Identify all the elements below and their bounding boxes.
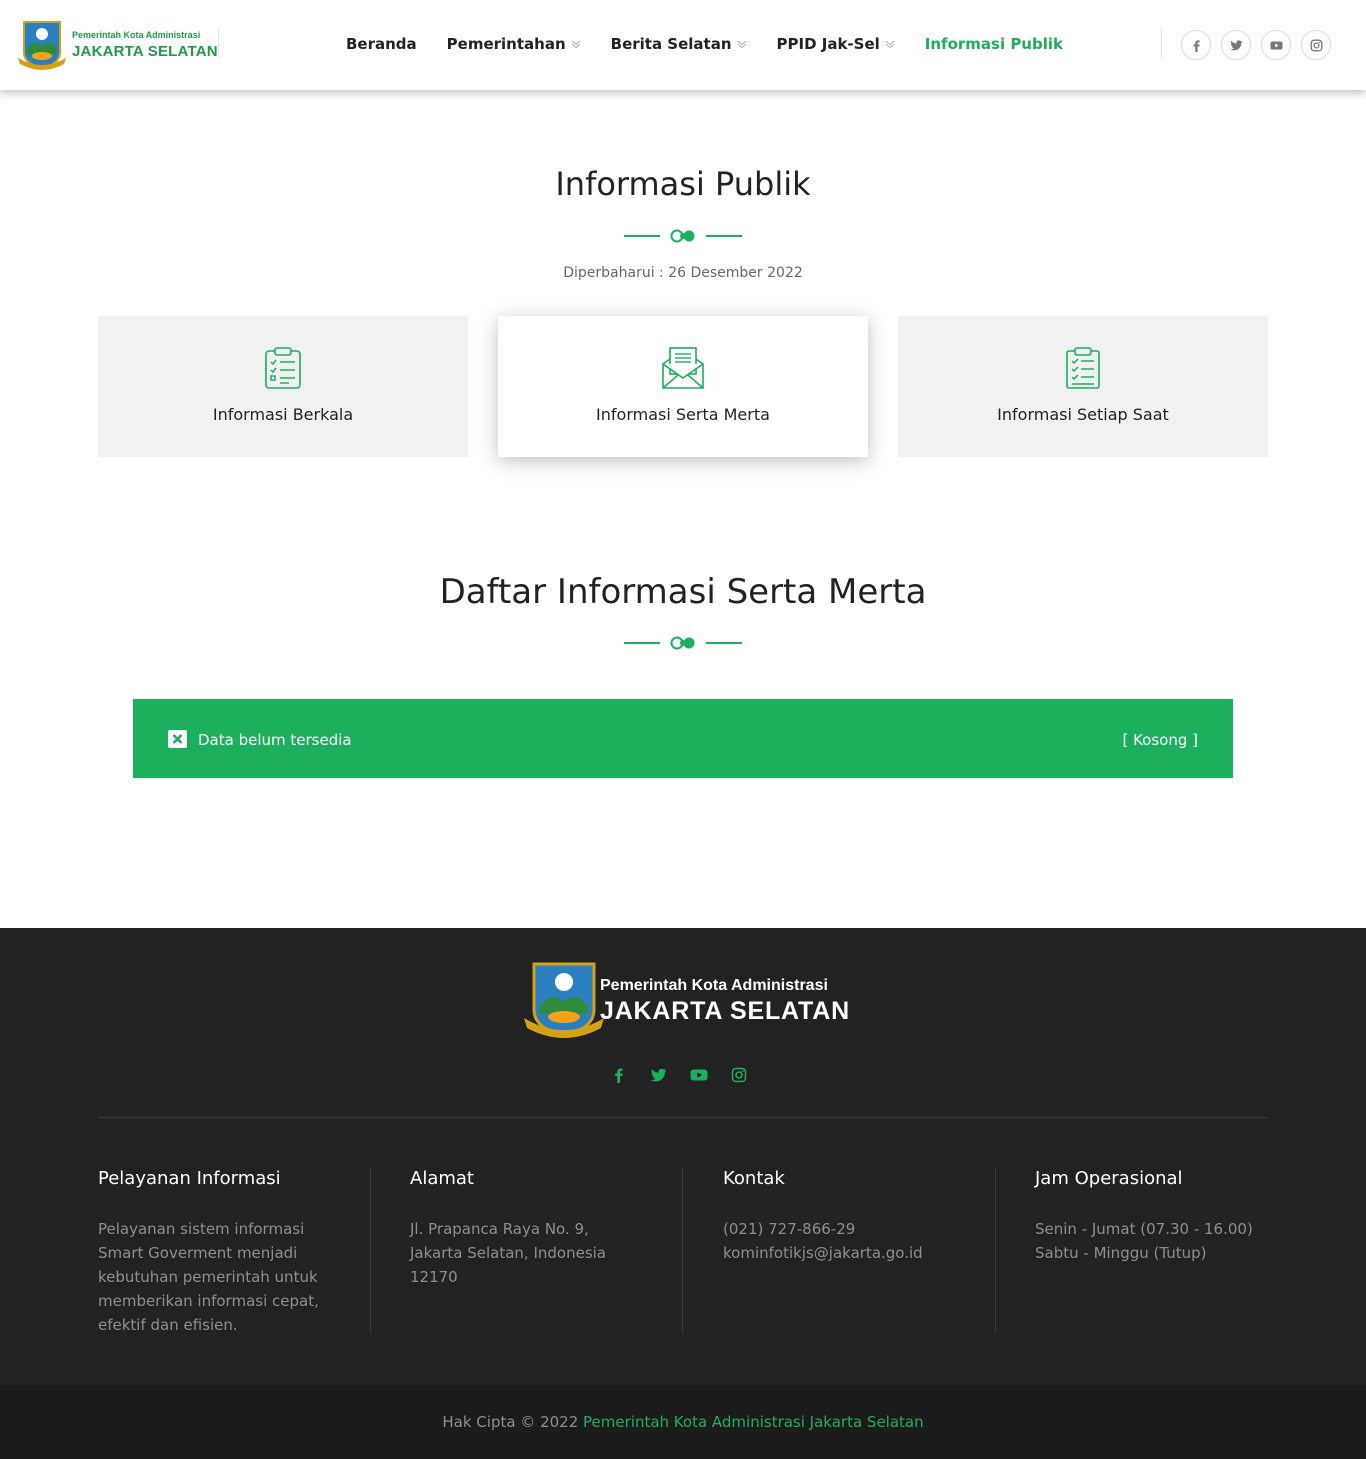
- nav-label: Berita Selatan: [610, 35, 732, 53]
- footer-col-title: Jam Operasional: [1035, 1168, 1183, 1189]
- footer-text-line: kebutuhan pemerintah untuk: [98, 1268, 318, 1286]
- footer-col-divider: [682, 1168, 683, 1333]
- facebook-icon[interactable]: [610, 1066, 628, 1084]
- footer-logo-subtitle: Pemerintah Kota Administrasi: [600, 977, 828, 994]
- footer-text-line: Jakarta Selatan, Indonesia: [410, 1244, 607, 1262]
- footer-divider: [98, 1117, 1268, 1118]
- facebook-icon: [1193, 39, 1200, 52]
- card-informasi-setiap-saat[interactable]: Informasi Setiap Saat: [898, 316, 1268, 457]
- nav-label: Pemerintahan: [446, 35, 566, 53]
- header-divider: [218, 28, 219, 58]
- youtube-icon[interactable]: [690, 1066, 708, 1084]
- copyright-link[interactable]: Pemerintah Kota Administrasi Jakarta Sel…: [583, 1413, 924, 1431]
- nav-beranda[interactable]: Beranda: [346, 35, 417, 53]
- nav-ppid-jaksel[interactable]: PPID Jak-Sel: [777, 35, 895, 53]
- footer-logo[interactable]: Pemerintah Kota Administrasi JAKARTA SEL…: [524, 962, 850, 1040]
- instagram-icon: [1310, 39, 1322, 51]
- empty-data-alert: Data belum tersedia [ Kosong ]: [133, 699, 1233, 778]
- footer-text-line: Senin - Jumat (07.30 - 16.00): [1035, 1220, 1253, 1238]
- card-informasi-berkala[interactable]: Informasi Berkala: [98, 316, 468, 457]
- header-divider: [1161, 28, 1162, 58]
- nav-label: Informasi Publik: [924, 35, 1063, 53]
- footer-col-pelayanan: Pelayanan Informasi Pelayanan sistem inf…: [98, 1168, 348, 1337]
- nav-label: PPID Jak-Sel: [776, 35, 880, 53]
- site-logo[interactable]: Pemerintah Kota Administrasi JAKARTA SEL…: [18, 20, 218, 70]
- list-title: Daftar Informasi Serta Merta: [439, 572, 927, 612]
- close-square-icon: [168, 730, 187, 748]
- footer-text-line: Sabtu - Minggu (Tutup): [1035, 1244, 1207, 1262]
- alert-status: [ Kosong ]: [1122, 731, 1198, 749]
- youtube-icon: [1270, 41, 1282, 49]
- footer-col-title: Pelayanan Informasi: [98, 1168, 281, 1189]
- page-title: Informasi Publik: [555, 165, 811, 203]
- instagram-button[interactable]: [1301, 30, 1331, 60]
- footer-text-line: efektif dan efisien.: [98, 1316, 238, 1334]
- chevron-down-icon: [737, 40, 746, 49]
- title-ornament-icon: [624, 636, 742, 650]
- envelope-open-icon: [662, 347, 704, 389]
- logo-subtitle: Pemerintah Kota Administrasi: [72, 30, 201, 40]
- clipboard-check-icon: [1066, 347, 1100, 389]
- footer-text-line: 12170: [410, 1268, 458, 1286]
- footer-phone[interactable]: (021) 727-866-29: [723, 1220, 855, 1238]
- twitter-button[interactable]: [1221, 30, 1251, 60]
- main-nav: Beranda Pemerintahan Berita Selatan PPID…: [346, 35, 1093, 53]
- footer-col-title: Alamat: [410, 1168, 474, 1189]
- footer-logo-title: JAKARTA SELATAN: [600, 997, 850, 1025]
- twitter-icon[interactable]: [650, 1066, 668, 1084]
- footer-text-line: Smart Goverment menjadi: [98, 1244, 298, 1262]
- chevron-down-icon: [571, 40, 580, 49]
- copyright-text: Hak Cipta © 2022: [442, 1413, 579, 1431]
- card-label: Informasi Berkala: [212, 405, 354, 424]
- card-label: Informasi Serta Merta: [596, 405, 770, 424]
- nav-pemerintahan[interactable]: Pemerintahan: [447, 35, 581, 53]
- twitter-icon: [1229, 39, 1242, 50]
- chevron-down-icon: [885, 40, 895, 49]
- updated-date: Diperbaharui : 26 Desember 2022: [563, 265, 803, 281]
- site-header: Pemerintah Kota Administrasi JAKARTA SEL…: [0, 0, 1366, 90]
- alert-message: Data belum tersedia: [198, 731, 352, 749]
- card-informasi-serta-merta[interactable]: Informasi Serta Merta: [498, 316, 868, 457]
- youtube-button[interactable]: [1261, 30, 1291, 60]
- footer-col-jam-operasional: Jam Operasional Senin - Jumat (07.30 - 1…: [1035, 1168, 1285, 1265]
- clipboard-list-icon: [265, 347, 301, 389]
- footer-social-links: [610, 1066, 770, 1084]
- footer-text-line: Pelayanan sistem informasi: [98, 1220, 305, 1238]
- jakarta-selatan-emblem-icon: [18, 21, 66, 70]
- title-ornament-icon: [624, 229, 742, 243]
- footer-col-divider: [370, 1168, 371, 1333]
- footer-email[interactable]: kominfotikjs@jakarta.go.id: [723, 1244, 923, 1262]
- nav-informasi-publik[interactable]: Informasi Publik: [925, 35, 1063, 53]
- footer-col-divider: [995, 1168, 996, 1333]
- nav-label: Beranda: [346, 35, 417, 53]
- copyright-bar: Hak Cipta © 2022 Pemerintah Kota Adminis…: [0, 1385, 1366, 1459]
- footer-text-line: memberikan informasi cepat,: [98, 1292, 319, 1310]
- footer-col-kontak: Kontak (021) 727-866-29 kominfotikjs@jak…: [723, 1168, 973, 1265]
- header-social-links: [1181, 30, 1341, 60]
- site-footer: Pemerintah Kota Administrasi JAKARTA SEL…: [0, 928, 1366, 1385]
- facebook-button[interactable]: [1181, 30, 1211, 60]
- card-label: Informasi Setiap Saat: [997, 405, 1169, 424]
- instagram-icon[interactable]: [730, 1066, 748, 1084]
- footer-col-alamat: Alamat Jl. Prapanca Raya No. 9, Jakarta …: [410, 1168, 660, 1289]
- logo-title: JAKARTA SELATAN: [72, 43, 218, 60]
- footer-col-title: Kontak: [723, 1168, 785, 1189]
- jakarta-selatan-emblem-icon: [524, 962, 604, 1038]
- nav-berita-selatan[interactable]: Berita Selatan: [611, 35, 747, 53]
- footer-text-line: Jl. Prapanca Raya No. 9,: [410, 1220, 589, 1238]
